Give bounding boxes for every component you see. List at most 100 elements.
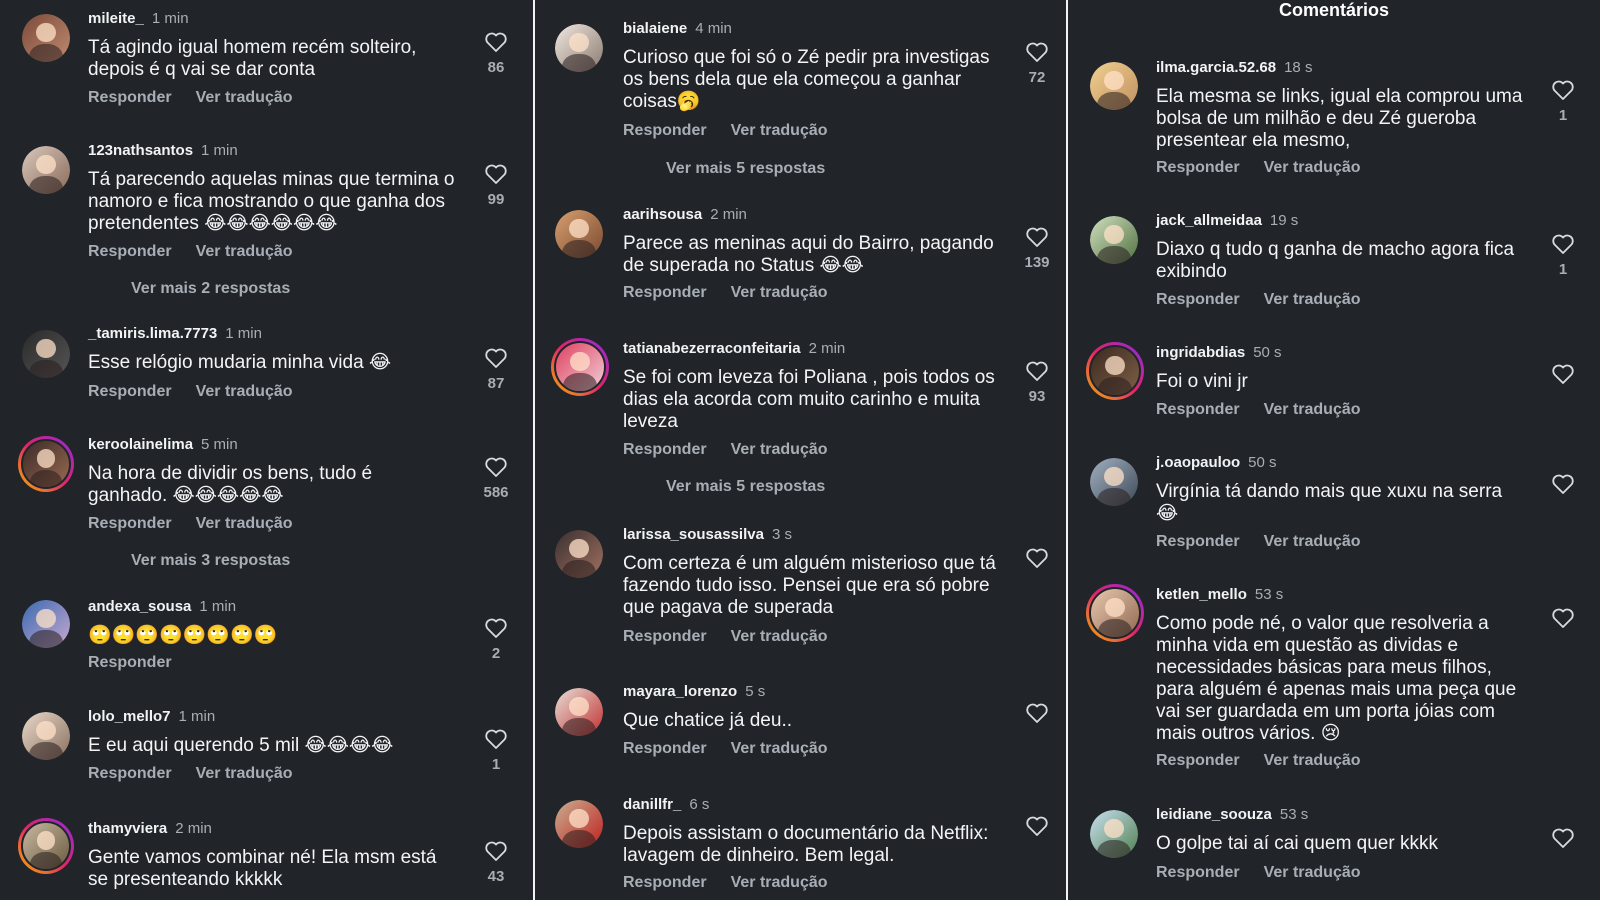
avatar[interactable] bbox=[551, 338, 609, 396]
reply-button[interactable]: Responder bbox=[1156, 291, 1240, 308]
reply-button[interactable]: Responder bbox=[623, 628, 707, 645]
comment-username[interactable]: ingridabdias bbox=[1156, 344, 1245, 361]
avatar[interactable] bbox=[18, 436, 74, 492]
translate-button[interactable]: Ver tradução bbox=[196, 243, 293, 260]
avatar[interactable] bbox=[22, 330, 70, 378]
translate-button[interactable]: Ver tradução bbox=[1264, 291, 1361, 308]
reply-button[interactable]: Responder bbox=[88, 243, 172, 260]
avatar[interactable] bbox=[1086, 342, 1144, 400]
translate-button[interactable]: Ver tradução bbox=[731, 740, 828, 757]
reply-button[interactable]: Responder bbox=[88, 654, 172, 671]
avatar[interactable] bbox=[1090, 216, 1138, 264]
like-button[interactable]: 99 bbox=[476, 163, 516, 208]
translate-button[interactable]: Ver tradução bbox=[731, 874, 828, 891]
view-more-replies[interactable]: Ver mais 2 respostas bbox=[131, 280, 290, 298]
comment-username[interactable]: aarihsousa bbox=[623, 206, 702, 223]
like-button[interactable]: 72 bbox=[1017, 41, 1057, 86]
translate-button[interactable]: Ver tradução bbox=[196, 515, 293, 532]
view-more-replies[interactable]: Ver mais 5 respostas bbox=[666, 160, 825, 178]
avatar[interactable] bbox=[22, 712, 70, 760]
reply-button[interactable]: Responder bbox=[88, 89, 172, 106]
avatar[interactable] bbox=[22, 600, 70, 648]
avatar[interactable] bbox=[555, 530, 603, 578]
comment-username[interactable]: mayara_lorenzo bbox=[623, 683, 737, 700]
comment-username[interactable]: larissa_sousassilva bbox=[623, 526, 764, 543]
reply-button[interactable]: Responder bbox=[623, 740, 707, 757]
comment-username[interactable]: jack_allmeidaa bbox=[1156, 212, 1262, 229]
comment-username[interactable]: andexa_sousa bbox=[88, 598, 191, 615]
comment-text: Virgínia tá dando mais que xuxu na serra… bbox=[1156, 481, 1503, 524]
like-button[interactable]: 139 bbox=[1017, 226, 1057, 271]
comment-username[interactable]: tatianabezerraconfeitaria bbox=[623, 340, 801, 357]
translate-button[interactable]: Ver tradução bbox=[1264, 533, 1361, 550]
comment-username[interactable]: ilma.garcia.52.68 bbox=[1156, 59, 1276, 76]
comment-username[interactable]: thamyviera bbox=[88, 820, 167, 837]
translate-button[interactable]: Ver tradução bbox=[196, 383, 293, 400]
reply-button[interactable]: Responder bbox=[1156, 401, 1240, 418]
translate-button[interactable]: Ver tradução bbox=[731, 284, 828, 301]
comment-username[interactable]: danillfr_ bbox=[623, 796, 681, 813]
like-button[interactable] bbox=[1543, 363, 1583, 385]
like-button[interactable]: 1 bbox=[1543, 79, 1583, 124]
avatar[interactable] bbox=[555, 800, 603, 848]
reply-button[interactable]: Responder bbox=[88, 765, 172, 782]
like-button[interactable] bbox=[1017, 702, 1057, 724]
like-button[interactable] bbox=[1543, 827, 1583, 849]
reply-button[interactable]: Responder bbox=[623, 284, 707, 301]
heart-icon bbox=[485, 457, 507, 477]
avatar[interactable] bbox=[1086, 584, 1144, 642]
view-more-replies[interactable]: Ver mais 5 respostas bbox=[666, 478, 825, 496]
comment-username[interactable]: keroolainelima bbox=[88, 436, 193, 453]
comment-username[interactable]: leidiane_soouza bbox=[1156, 806, 1272, 823]
like-button[interactable] bbox=[1543, 473, 1583, 495]
comment-username[interactable]: mileite_ bbox=[88, 10, 144, 27]
comment-username[interactable]: bialaiene bbox=[623, 20, 687, 37]
translate-button[interactable]: Ver tradução bbox=[196, 89, 293, 106]
reply-button[interactable]: Responder bbox=[1156, 752, 1240, 769]
translate-button[interactable]: Ver tradução bbox=[731, 628, 828, 645]
like-button[interactable] bbox=[1543, 607, 1583, 629]
avatar[interactable] bbox=[22, 146, 70, 194]
reply-button[interactable]: Responder bbox=[1156, 864, 1240, 881]
reply-button[interactable]: Responder bbox=[623, 441, 707, 458]
like-count: 93 bbox=[1028, 388, 1046, 405]
translate-button[interactable]: Ver tradução bbox=[731, 441, 828, 458]
translate-button[interactable]: Ver tradução bbox=[196, 765, 293, 782]
comment-username[interactable]: lolo_mello7 bbox=[88, 708, 171, 725]
avatar[interactable] bbox=[555, 210, 603, 258]
comment-username[interactable]: 123nathsantos bbox=[88, 142, 193, 159]
translate-button[interactable]: Ver tradução bbox=[1264, 752, 1361, 769]
reply-button[interactable]: Responder bbox=[88, 515, 172, 532]
like-button[interactable]: 87 bbox=[476, 347, 516, 392]
reply-button[interactable]: Responder bbox=[1156, 159, 1240, 176]
like-button[interactable]: 93 bbox=[1017, 360, 1057, 405]
avatar[interactable] bbox=[555, 688, 603, 736]
avatar[interactable] bbox=[18, 818, 74, 874]
comment-username[interactable]: _tamiris.lima.7773 bbox=[88, 325, 217, 342]
like-button[interactable]: 1 bbox=[1543, 233, 1583, 278]
reply-button[interactable]: Responder bbox=[1156, 533, 1240, 550]
like-button[interactable]: 43 bbox=[476, 840, 516, 885]
comment-time: 50 s bbox=[1248, 454, 1277, 471]
avatar[interactable] bbox=[555, 24, 603, 72]
avatar[interactable] bbox=[1090, 810, 1138, 858]
like-button[interactable]: 1 bbox=[476, 728, 516, 773]
avatar[interactable] bbox=[1090, 458, 1138, 506]
translate-button[interactable]: Ver tradução bbox=[1264, 159, 1361, 176]
comment-username[interactable]: j.oaopauloo bbox=[1156, 454, 1240, 471]
like-button[interactable] bbox=[1017, 547, 1057, 569]
reply-button[interactable]: Responder bbox=[623, 122, 707, 139]
like-button[interactable] bbox=[1017, 815, 1057, 837]
reply-button[interactable]: Responder bbox=[88, 383, 172, 400]
comment-username[interactable]: ketlen_mello bbox=[1156, 586, 1247, 603]
avatar[interactable] bbox=[1090, 62, 1138, 110]
like-button[interactable]: 586 bbox=[476, 456, 516, 501]
view-more-replies[interactable]: Ver mais 3 respostas bbox=[131, 552, 290, 570]
translate-button[interactable]: Ver tradução bbox=[1264, 864, 1361, 881]
translate-button[interactable]: Ver tradução bbox=[1264, 401, 1361, 418]
like-button[interactable]: 86 bbox=[476, 31, 516, 76]
like-button[interactable]: 2 bbox=[476, 617, 516, 662]
reply-button[interactable]: Responder bbox=[623, 874, 707, 891]
translate-button[interactable]: Ver tradução bbox=[731, 122, 828, 139]
avatar[interactable] bbox=[22, 14, 70, 62]
